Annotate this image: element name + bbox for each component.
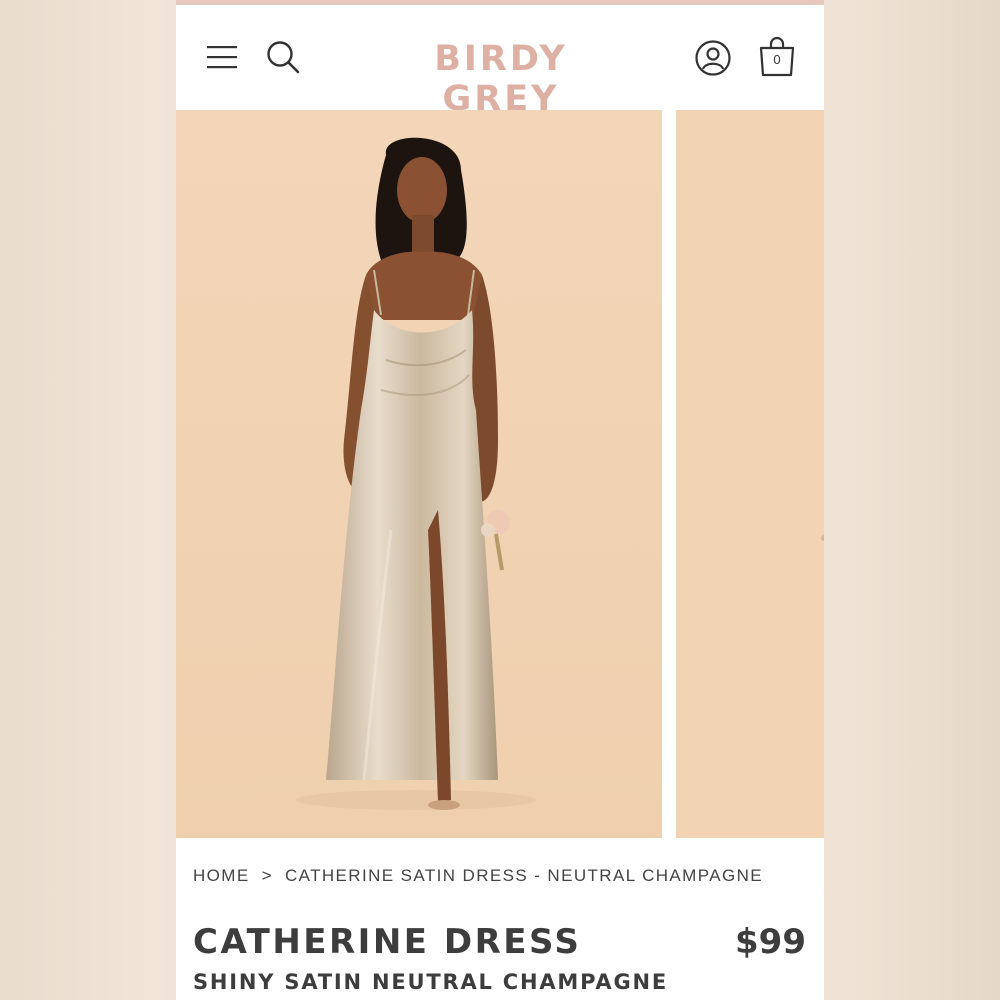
- phone-screen: BIRDY GREY 0 HOME > CATHERINE SATIN DRES…: [176, 0, 824, 1000]
- breadcrumb-separator: >: [261, 866, 273, 885]
- brand-logo[interactable]: BIRDY GREY: [381, 39, 621, 119]
- search-icon[interactable]: [265, 39, 301, 75]
- product-image-carousel[interactable]: [176, 110, 824, 838]
- cart-count: 0: [773, 52, 781, 67]
- hamburger-menu-icon[interactable]: [206, 43, 238, 71]
- product-subtitle: SHINY SATIN NEUTRAL CHAMPAGNE: [193, 970, 668, 994]
- cart-button[interactable]: 0: [758, 35, 796, 79]
- account-icon[interactable]: [694, 39, 732, 77]
- next-photo-preview: [676, 110, 824, 838]
- product-image-main[interactable]: [176, 110, 662, 838]
- model-in-dress-photo: [176, 110, 662, 838]
- breadcrumb: HOME > CATHERINE SATIN DRESS - NEUTRAL CHA…: [193, 866, 763, 886]
- site-header: BIRDY GREY 0: [176, 5, 824, 119]
- product-title: CATHERINE DRESS: [193, 922, 582, 962]
- product-image-next[interactable]: [676, 110, 824, 838]
- product-price: $99: [735, 922, 806, 962]
- breadcrumb-home-link[interactable]: HOME: [193, 866, 250, 885]
- breadcrumb-current: CATHERINE SATIN DRESS - NEUTRAL CHAMPAGN…: [284, 866, 763, 885]
